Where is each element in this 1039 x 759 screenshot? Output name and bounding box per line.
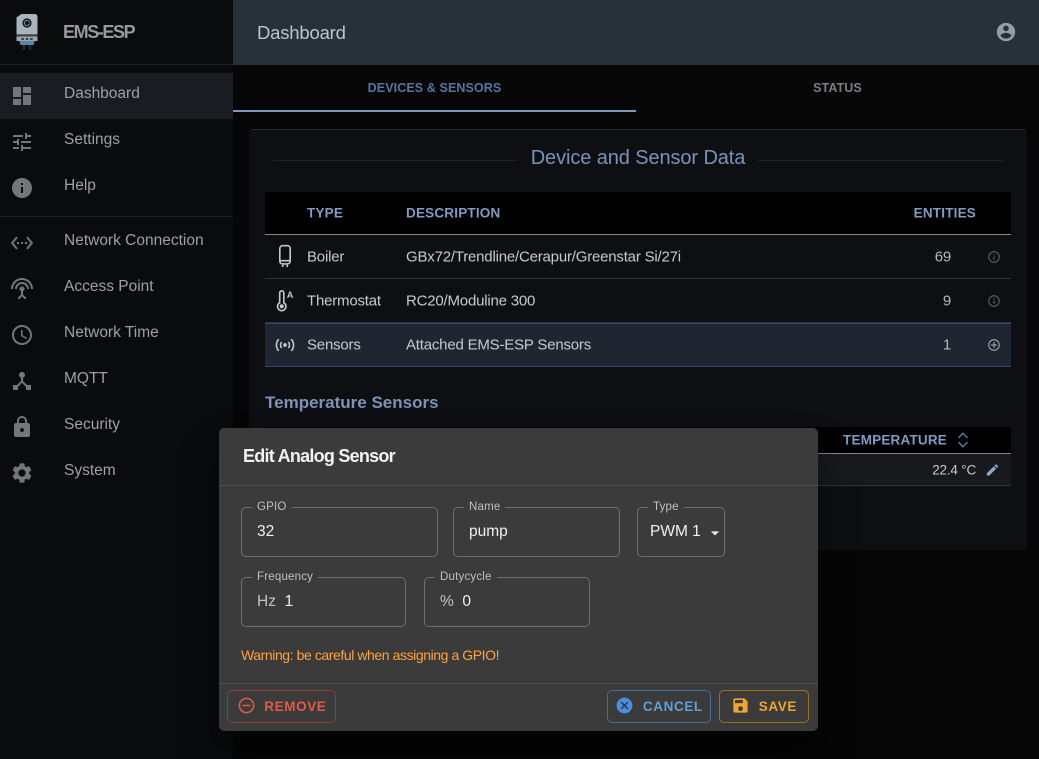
svg-text:A: A	[287, 289, 294, 299]
